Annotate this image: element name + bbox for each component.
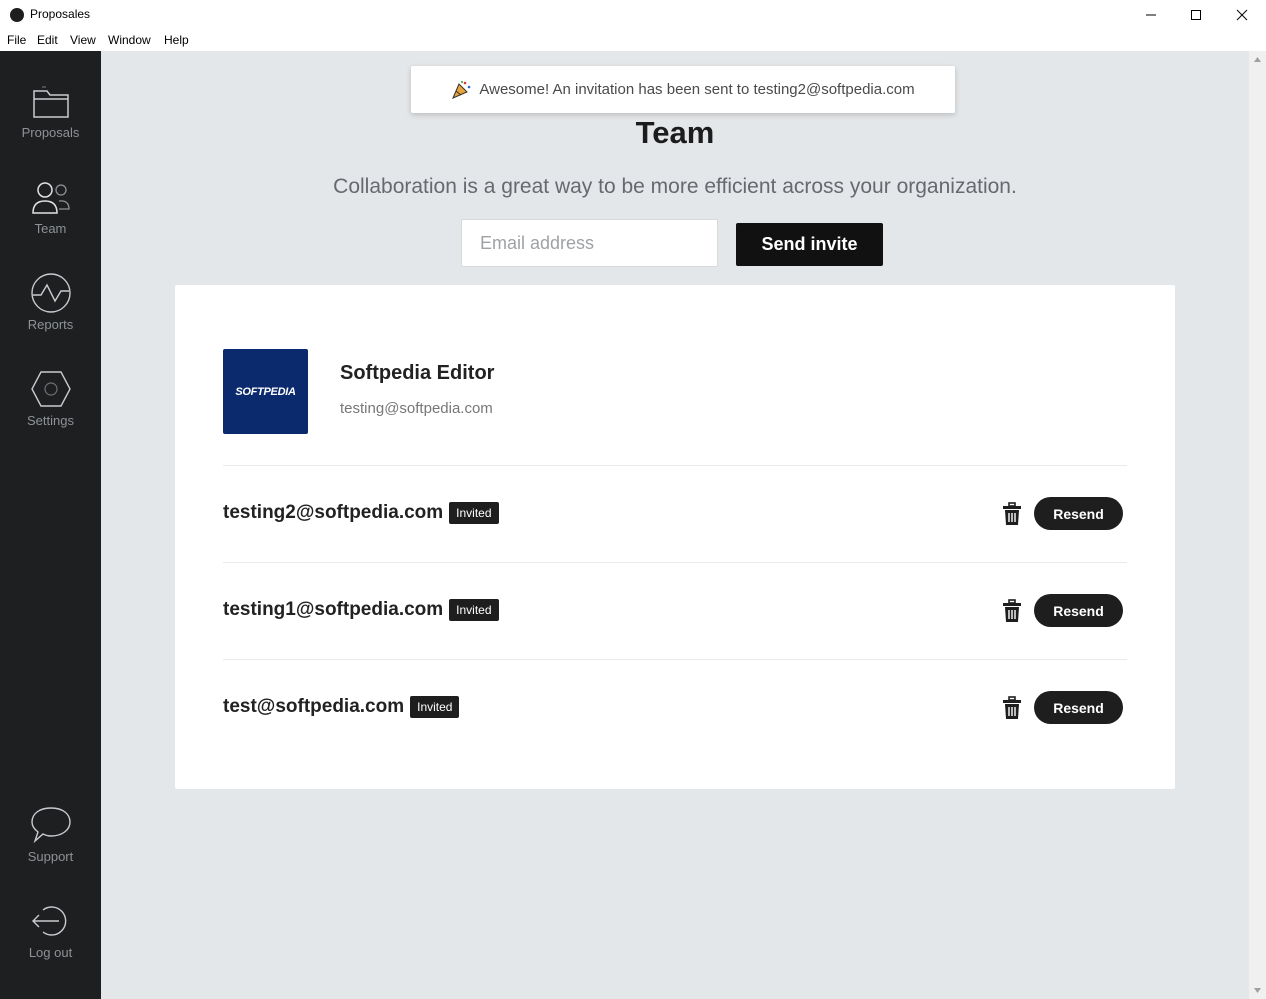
app-icon <box>10 8 24 22</box>
page-subtitle: Collaboration is a great way to be more … <box>333 175 1017 198</box>
trash-icon[interactable] <box>1001 696 1023 720</box>
divider <box>223 562 1127 563</box>
menu-help[interactable]: Help <box>164 33 189 47</box>
team-card: SOFTPEDIA Softpedia Editor testing@softp… <box>175 285 1175 789</box>
scroll-down-icon[interactable] <box>1249 982 1266 999</box>
invite-email: test@softpedia.com Invited <box>223 689 460 725</box>
scrollbar[interactable] <box>1249 51 1266 999</box>
maximize-button[interactable] <box>1173 0 1219 30</box>
close-icon <box>1236 9 1248 21</box>
chat-bubble-icon <box>30 807 71 844</box>
toast-message: Awesome! An invitation has been sent to … <box>479 81 915 98</box>
divider <box>223 465 1127 466</box>
minimize-icon <box>1146 14 1156 16</box>
sidebar-item-label: Support <box>27 849 74 864</box>
sidebar-item-label: Proposals <box>21 125 80 140</box>
invite-email-text: testing2@softpedia.com <box>223 502 444 523</box>
status-badge: Invited <box>410 696 460 718</box>
menu-bar: File Edit View Window Help <box>0 30 1266 51</box>
sidebar-item-label: Settings <box>27 413 74 428</box>
sidebar-item-support[interactable]: Support <box>0 805 101 864</box>
main-content: Team Collaboration is a great way to be … <box>101 51 1249 999</box>
invite-row: testing1@softpedia.com Invited Resend <box>223 592 1127 652</box>
close-button[interactable] <box>1219 0 1265 30</box>
sidebar-item-label: Team <box>34 221 67 236</box>
party-popper-icon <box>452 80 471 99</box>
invitation-toast: Awesome! An invitation has been sent to … <box>411 66 955 113</box>
invite-email-text: testing1@softpedia.com <box>223 599 444 620</box>
users-icon <box>31 182 70 214</box>
divider <box>223 659 1127 660</box>
sidebar-item-label: Reports <box>27 317 74 332</box>
page-title: Team <box>635 115 715 150</box>
resend-button[interactable]: Resend <box>1034 497 1123 530</box>
invite-row: testing2@softpedia.com Invited Resend <box>223 495 1127 555</box>
resend-button[interactable]: Resend <box>1034 691 1123 724</box>
avatar-logo-text: SOFTPEDIA <box>235 385 296 398</box>
sidebar-item-settings[interactable]: Settings <box>0 369 101 428</box>
owner-email: testing@softpedia.com <box>340 400 493 417</box>
sidebar: Proposals Team Reports Settings Support <box>0 51 101 999</box>
scroll-up-icon[interactable] <box>1249 51 1266 68</box>
title-bar: Proposales <box>0 0 1266 30</box>
invite-email: testing2@softpedia.com Invited <box>223 495 499 531</box>
menu-view[interactable]: View <box>70 33 96 47</box>
avatar: SOFTPEDIA <box>223 349 308 434</box>
sidebar-item-reports[interactable]: Reports <box>0 273 101 332</box>
invite-row: test@softpedia.com Invited Resend <box>223 689 1127 749</box>
email-input[interactable] <box>461 219 718 267</box>
menu-file[interactable]: File <box>7 33 26 47</box>
menu-edit[interactable]: Edit <box>37 33 58 47</box>
menu-window[interactable]: Window <box>108 33 151 47</box>
pulse-icon <box>30 273 71 313</box>
status-badge: Invited <box>449 502 499 524</box>
maximize-icon <box>1191 10 1201 20</box>
minimize-button[interactable] <box>1128 0 1174 30</box>
folder-icon <box>32 86 69 118</box>
sidebar-item-label: Log out <box>28 945 73 960</box>
logout-icon <box>31 906 66 936</box>
window-title: Proposales <box>30 7 91 21</box>
send-invite-button[interactable]: Send invite <box>736 223 883 266</box>
logout-button[interactable]: Log out <box>0 901 101 960</box>
sidebar-item-team[interactable]: Team <box>0 177 101 236</box>
hexagon-icon <box>30 371 71 407</box>
resend-button[interactable]: Resend <box>1034 594 1123 627</box>
invite-email-text: test@softpedia.com <box>223 696 405 717</box>
owner-name: Softpedia Editor <box>340 362 495 384</box>
sidebar-item-proposals[interactable]: Proposals <box>0 81 101 140</box>
trash-icon[interactable] <box>1001 599 1023 623</box>
trash-icon[interactable] <box>1001 502 1023 526</box>
status-badge: Invited <box>449 599 499 621</box>
invite-email: testing1@softpedia.com Invited <box>223 592 499 628</box>
